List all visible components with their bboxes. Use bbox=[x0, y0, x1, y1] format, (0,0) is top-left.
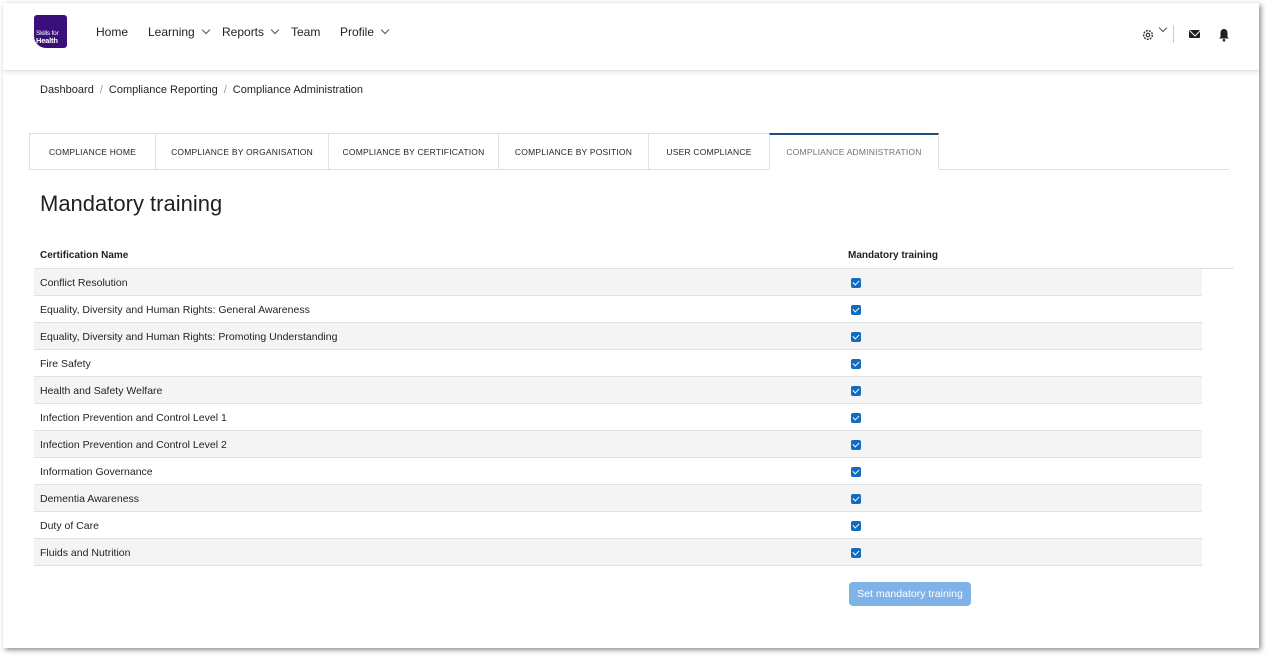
mandatory-checkbox[interactable] bbox=[851, 332, 861, 342]
nav-profile[interactable]: Profile bbox=[340, 25, 390, 39]
table-row: Fire Safety bbox=[34, 350, 1202, 377]
site-logo[interactable]: Skills for Health bbox=[34, 15, 67, 48]
column-header-mandatory-training: Mandatory training bbox=[848, 250, 939, 261]
tab-compliance-by-position[interactable]: COMPLIANCE BY POSITION bbox=[498, 133, 649, 170]
mandatory-checkbox[interactable] bbox=[851, 548, 861, 558]
breadcrumb-compliance-administration: Compliance Administration bbox=[232, 84, 364, 96]
mandatory-checkbox[interactable] bbox=[851, 359, 861, 369]
chevron-down-icon bbox=[380, 25, 390, 35]
page-title: Mandatory training bbox=[40, 191, 223, 216]
certification-name: Fire Safety bbox=[40, 358, 91, 370]
gear-icon[interactable] bbox=[1141, 28, 1155, 42]
nav-reports-label: Reports bbox=[222, 25, 265, 39]
breadcrumb-compliance-reporting[interactable]: Compliance Reporting bbox=[109, 84, 218, 96]
set-mandatory-training-button[interactable]: Set mandatory training bbox=[849, 582, 971, 606]
chevron-down-icon[interactable] bbox=[1158, 23, 1168, 33]
certification-name: Duty of Care bbox=[40, 520, 99, 532]
mandatory-checkbox[interactable] bbox=[851, 386, 861, 396]
breadcrumb: Dashboard / Compliance Reporting / Compl… bbox=[40, 84, 363, 96]
tab-compliance-by-organisation[interactable]: COMPLIANCE BY ORGANISATION bbox=[155, 133, 329, 170]
chevron-down-icon bbox=[270, 25, 280, 35]
certification-name: Fluids and Nutrition bbox=[40, 547, 131, 559]
tab-compliance-administration[interactable]: COMPLIANCE ADMINISTRATION bbox=[769, 133, 939, 170]
certification-name: Infection Prevention and Control Level 2 bbox=[40, 439, 227, 451]
table-header: Certification Name Mandatory training bbox=[34, 245, 1234, 269]
certification-name: Equality, Diversity and Human Rights: Ge… bbox=[40, 304, 310, 316]
certification-name: Dementia Awareness bbox=[40, 493, 140, 505]
breadcrumb-separator: / bbox=[223, 84, 227, 96]
table-row: Information Governance bbox=[34, 458, 1202, 485]
nav-home[interactable]: Home bbox=[96, 25, 128, 39]
nav-learning[interactable]: Learning bbox=[148, 25, 210, 39]
certification-table: Conflict Resolution Equality, Diversity a… bbox=[34, 269, 1202, 566]
breadcrumb-dashboard[interactable]: Dashboard bbox=[40, 84, 94, 96]
envelope-icon[interactable] bbox=[1189, 30, 1200, 38]
table-row: Dementia Awareness bbox=[34, 485, 1202, 512]
table-row: Health and Safety Welfare bbox=[34, 377, 1202, 404]
mandatory-checkbox[interactable] bbox=[851, 467, 861, 477]
page-frame: Skills for Health Home Learning Reports … bbox=[3, 3, 1259, 648]
mandatory-checkbox[interactable] bbox=[851, 440, 861, 450]
logo-line2: Health bbox=[36, 36, 58, 45]
bell-icon[interactable] bbox=[1218, 28, 1230, 42]
tab-compliance-home[interactable]: COMPLIANCE HOME bbox=[29, 133, 156, 170]
table-row: Fluids and Nutrition bbox=[34, 539, 1202, 566]
breadcrumb-separator: / bbox=[99, 84, 103, 96]
table-row: Infection Prevention and Control Level 1 bbox=[34, 404, 1202, 431]
table-row: Equality, Diversity and Human Rights: Ge… bbox=[34, 296, 1202, 323]
table-row: Duty of Care bbox=[34, 512, 1202, 539]
compliance-tabs: COMPLIANCE HOME COMPLIANCE BY ORGANISATI… bbox=[29, 133, 1229, 170]
nav-learning-label: Learning bbox=[148, 25, 195, 39]
certification-name: Conflict Resolution bbox=[40, 277, 128, 289]
nav-reports[interactable]: Reports bbox=[222, 25, 280, 39]
chevron-down-icon bbox=[201, 25, 210, 35]
nav-team[interactable]: Team bbox=[291, 25, 320, 39]
top-navbar: Skills for Health Home Learning Reports … bbox=[3, 3, 1259, 71]
nav-home-label: Home bbox=[96, 25, 129, 39]
table-row: Conflict Resolution bbox=[34, 269, 1202, 296]
mandatory-checkbox[interactable] bbox=[851, 413, 861, 423]
certification-name: Equality, Diversity and Human Rights: Pr… bbox=[40, 331, 338, 343]
certification-name: Information Governance bbox=[40, 466, 153, 478]
table-row: Equality, Diversity and Human Rights: Pr… bbox=[34, 323, 1202, 350]
tab-compliance-by-certification[interactable]: COMPLIANCE BY CERTIFICATION bbox=[328, 133, 499, 170]
column-header-certification-name[interactable]: Certification Name bbox=[40, 250, 128, 261]
certification-name: Infection Prevention and Control Level 1 bbox=[40, 412, 227, 424]
nav-team-label: Team bbox=[291, 25, 321, 39]
mandatory-checkbox[interactable] bbox=[851, 494, 861, 504]
mandatory-checkbox[interactable] bbox=[851, 521, 861, 531]
certification-name: Health and Safety Welfare bbox=[40, 385, 163, 397]
tab-user-compliance[interactable]: USER COMPLIANCE bbox=[648, 133, 770, 170]
nav-profile-label: Profile bbox=[340, 25, 375, 39]
navbar-divider bbox=[1173, 25, 1174, 43]
mandatory-checkbox[interactable] bbox=[851, 278, 861, 288]
mandatory-checkbox[interactable] bbox=[851, 305, 861, 315]
table-row: Infection Prevention and Control Level 2 bbox=[34, 431, 1202, 458]
